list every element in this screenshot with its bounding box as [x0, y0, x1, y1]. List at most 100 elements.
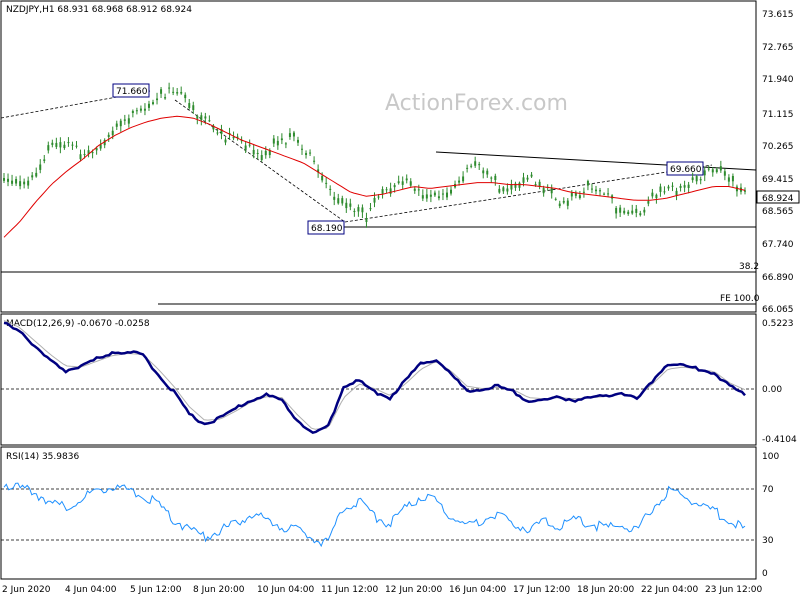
rsi-y-tick: 30 [762, 536, 774, 546]
candle-body [272, 138, 275, 144]
rsi-panel [0, 446, 757, 580]
candle-body [67, 142, 70, 144]
candle-body [413, 188, 416, 191]
candle-body [59, 142, 62, 148]
candle-body [349, 203, 352, 207]
candle-body [341, 198, 344, 204]
x-axis: 2 Jun 2020 4 Jun 04:00 5 Jun 12:00 8 Jun… [2, 585, 762, 595]
candle-body [168, 87, 171, 89]
macd-panel [0, 313, 757, 446]
candle-body [309, 152, 312, 154]
candle-body [582, 191, 585, 193]
candle-series [3, 82, 746, 228]
candle-body [176, 92, 179, 94]
candle-body [482, 170, 485, 174]
price-y-tick: 72.765 [762, 43, 794, 53]
candle-body [526, 177, 529, 180]
candle-body [288, 133, 291, 137]
candle-body [389, 188, 392, 194]
candle-body [405, 178, 408, 181]
rsi-line [3, 482, 746, 548]
rsi-y-tick: 100 [762, 452, 779, 462]
candle-body [111, 130, 114, 136]
candle-body [574, 193, 577, 196]
fibo-label: 38.2 [739, 262, 759, 272]
candle-body [224, 139, 227, 143]
candle-body [369, 208, 372, 210]
candle-body [188, 103, 191, 108]
candle-body [421, 195, 424, 199]
label-recent-high: 69.660 [666, 161, 704, 176]
candle-body [252, 149, 255, 155]
candle-body [711, 169, 714, 173]
candle-body [301, 148, 304, 150]
candle-body [425, 194, 428, 199]
candle-body [385, 189, 388, 191]
x-tick: 4 Jun 04:00 [65, 585, 117, 595]
candle-body [345, 202, 348, 209]
candle-body [502, 187, 505, 192]
price-panel [0, 0, 757, 313]
x-tick: 17 Jun 12:00 [513, 585, 570, 595]
candle-body [445, 192, 448, 198]
candle-body [731, 175, 734, 182]
x-tick: 18 Jun 20:00 [577, 585, 634, 595]
label-recent-high-text: 69.660 [670, 165, 702, 175]
candle-body [433, 192, 436, 196]
candle-body [397, 181, 400, 184]
candle-body [216, 132, 219, 134]
x-tick: 2 Jun 2020 [2, 585, 51, 595]
candle-body [156, 98, 159, 101]
candle-body [594, 189, 597, 192]
candle-body [152, 102, 155, 105]
candle-body [373, 197, 376, 203]
candle-body [329, 188, 332, 190]
fe-label: FE 100.0 [720, 294, 760, 304]
candle-body [248, 144, 251, 146]
candle-body [139, 108, 142, 111]
candle-body [466, 167, 469, 169]
candle-body [651, 192, 654, 197]
candle-body [27, 180, 30, 186]
candle-body [333, 196, 336, 200]
candle-body [35, 172, 38, 177]
x-tick: 12 Jun 20:00 [385, 585, 442, 595]
candle-body [160, 89, 163, 94]
price-y-tick: 71.940 [762, 75, 794, 85]
candle-body [147, 103, 150, 108]
candle-body [131, 110, 134, 114]
candle-body [715, 169, 718, 173]
candle-body [462, 176, 465, 182]
chart-canvas: ActionForex.com NZDJPY,H1 68.931 68.968 … [0, 0, 800, 595]
watermark: ActionForex.com [385, 91, 568, 116]
candle-body [377, 196, 380, 198]
candle-body [719, 166, 722, 171]
price-y-tick: 69.415 [762, 175, 794, 185]
candle-body [43, 159, 46, 161]
candle-body [244, 145, 247, 151]
candle-body [429, 194, 432, 197]
candle-body [361, 207, 364, 213]
candle-body [11, 180, 14, 184]
candle-body [534, 184, 537, 186]
macd-title: MACD(12,26,9) -0.0670 -0.0258 [6, 319, 150, 329]
candle-body [47, 145, 50, 151]
candle-body [256, 152, 259, 154]
candle-body [441, 193, 444, 195]
rsi-title: RSI(14) 35.9836 [6, 452, 79, 462]
candle-body [530, 174, 533, 177]
candle-body [305, 153, 308, 155]
candle-body [127, 118, 130, 124]
candle-body [615, 207, 618, 214]
x-tick: 16 Jun 04:00 [449, 585, 506, 595]
candle-body [172, 91, 175, 93]
candle-body [79, 154, 82, 160]
macd-signal-line [3, 320, 746, 430]
candle-body [184, 94, 187, 99]
candle-body [276, 140, 279, 146]
candle-body [450, 189, 453, 194]
candle-body [115, 123, 118, 127]
label-high-text: 71.660 [116, 87, 148, 97]
candle-body [437, 196, 440, 199]
candle-body [119, 120, 122, 127]
